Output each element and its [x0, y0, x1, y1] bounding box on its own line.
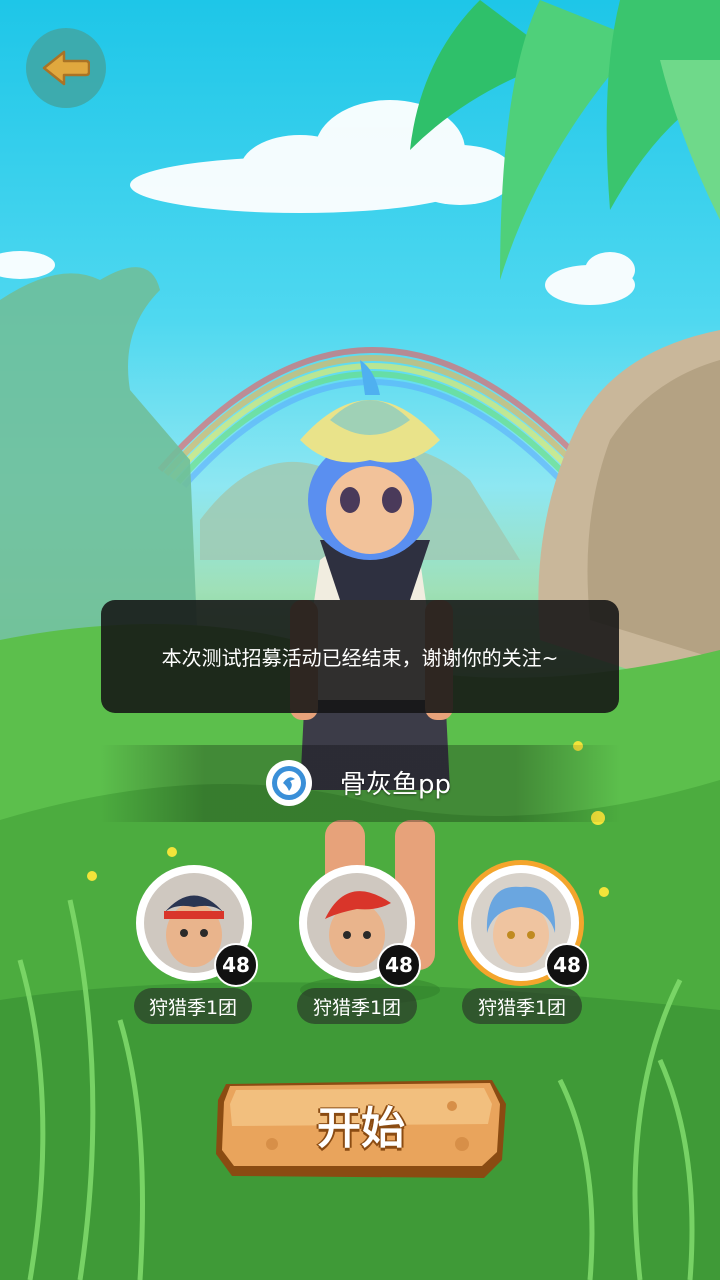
back-arrow-icon [42, 50, 90, 86]
team-label-1: 狩猎季1团 [134, 988, 252, 1024]
back-button[interactable] [26, 28, 106, 108]
user-name: 骨灰鱼pp [340, 770, 452, 800]
start-button[interactable]: 开始 [212, 1074, 510, 1182]
start-button-label: 开始 [317, 1103, 405, 1154]
level-badge: 48 [377, 943, 421, 987]
recruitment-ended-toast: 本次测试招募活动已经结束，谢谢你的关注~ [101, 600, 619, 713]
level-badge: 48 [545, 943, 589, 987]
toast-message: 本次测试招募活动已经结束，谢谢你的关注~ [161, 646, 559, 670]
character-slot-1[interactable]: 48 [136, 865, 258, 987]
team-label-2: 狩猎季1团 [297, 988, 417, 1024]
character-slot-2[interactable]: 48 [299, 865, 421, 987]
team-label-3: 狩猎季1团 [462, 988, 582, 1024]
character-slot-3-selected[interactable]: 48 [463, 865, 589, 987]
badge-icon [266, 760, 312, 806]
level-badge: 48 [214, 943, 258, 987]
